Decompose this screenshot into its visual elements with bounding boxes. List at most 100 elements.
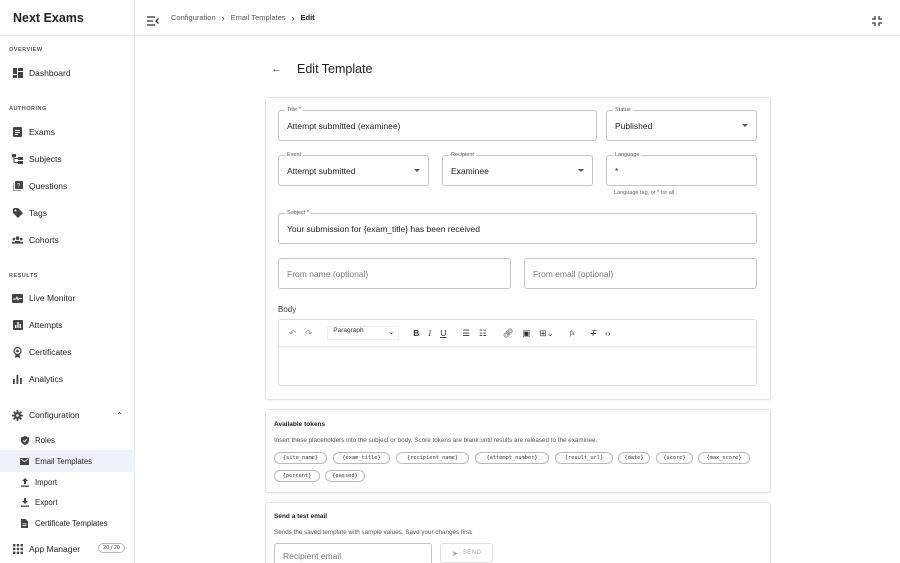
bullet-list-icon[interactable]: ☰ (462, 328, 470, 339)
sidebar-item-label: Attempts (29, 320, 63, 330)
paragraph-select[interactable]: Paragraph (327, 326, 400, 340)
sidebar: Next Exams OVERVIEW Dashboard AUTHORING … (0, 0, 135, 563)
download-icon (20, 497, 29, 507)
subject-value: Your submission for {exam_title} has bee… (287, 223, 480, 234)
sidebar-item-label: Dashboard (29, 68, 71, 78)
numbered-list-icon[interactable]: ☷ (479, 328, 487, 339)
section-results: RESULTS (9, 273, 38, 279)
token-chip[interactable]: {attempt_number} (475, 452, 549, 464)
code-view-icon[interactable]: ‹› (605, 328, 611, 338)
sidebar-item-configuration[interactable]: Configuration ⌃ (0, 404, 135, 426)
from-email-input[interactable]: From email (optional) (524, 258, 757, 289)
app-title: Next Exams (0, 0, 134, 36)
subject-field[interactable]: Subject * Your submission for {exam_titl… (278, 210, 757, 244)
recipient-email-input[interactable]: Recipient email (274, 543, 432, 563)
sidebar-item-label: Questions (29, 181, 68, 191)
fullscreen-exit-icon[interactable] (872, 13, 882, 26)
sidebar-item-cohorts[interactable]: Cohorts (0, 229, 135, 251)
analytics-icon (12, 374, 23, 385)
undo-icon[interactable]: ↶ (289, 328, 296, 339)
chevron-up-icon[interactable]: ⌃ (116, 411, 123, 420)
sidebar-item-email-templates[interactable]: Email Templates (0, 450, 135, 472)
language-label: Language (613, 152, 642, 159)
menu-collapse-icon[interactable] (147, 13, 159, 26)
link-icon[interactable]: 🔗︎ (503, 328, 514, 339)
sidebar-item-label: Live Monitor (29, 293, 76, 303)
token-chip[interactable]: {site_name} (274, 452, 327, 464)
certificate-icon (12, 346, 23, 358)
token-chip[interactable]: {passed} (325, 470, 365, 482)
image-icon[interactable]: ▣ (522, 328, 530, 339)
title-field[interactable]: Title * Attempt submitted (examinee) (278, 107, 597, 141)
chevron-right-icon: › (221, 12, 225, 23)
sidebar-item-subjects[interactable]: Subjects (0, 148, 135, 170)
status-select[interactable]: Status Published (606, 107, 757, 141)
sidebar-item-export[interactable]: Export (0, 491, 135, 513)
send-icon: ➤ (451, 548, 459, 558)
send-button[interactable]: ➤ SEND (440, 543, 493, 563)
recipient-select[interactable]: Recipient Examinee (442, 152, 593, 186)
redo-icon[interactable]: ↷ (305, 328, 312, 339)
token-chip[interactable]: {score} (656, 452, 693, 464)
token-chip[interactable]: {date} (618, 452, 650, 464)
tag-icon (12, 208, 23, 219)
dropdown-arrow-icon (578, 169, 584, 172)
token-chip[interactable]: {percent} (274, 470, 320, 482)
sidebar-item-label: App Manager (29, 544, 81, 554)
from-name-input[interactable]: From name (optional) (278, 258, 511, 289)
sidebar-item-certificate-templates[interactable]: Certificate Templates (0, 512, 135, 534)
back-arrow-icon[interactable]: ← (271, 63, 282, 75)
sidebar-item-exams[interactable]: Exams (0, 121, 135, 143)
sidebar-item-label: Exams (29, 127, 55, 137)
sidebar-item-tags[interactable]: Tags (0, 202, 135, 224)
mail-icon (20, 457, 29, 466)
sidebar-item-label: Subjects (29, 154, 62, 164)
page-header: ← Edit Template (271, 62, 373, 76)
sidebar-item-label: Cohorts (29, 235, 59, 245)
token-chip[interactable]: {max_score} (698, 452, 750, 464)
breadcrumb-configuration[interactable]: Configuration (171, 13, 216, 22)
questions-icon: ? (12, 181, 23, 192)
top-bar: Configuration › Email Templates › Edit (135, 0, 900, 36)
sidebar-item-import[interactable]: Import (0, 471, 135, 493)
section-overview: OVERVIEW (9, 47, 43, 53)
sidebar-item-analytics[interactable]: Analytics (0, 368, 135, 390)
sidebar-item-certificates[interactable]: Certificates (0, 341, 135, 363)
sidebar-item-live-monitor[interactable]: Live Monitor (0, 287, 135, 309)
sidebar-item-app-manager[interactable]: App Manager 20 / 20 (0, 538, 135, 560)
body-editor[interactable]: ↶ ↷ Paragraph B I U ☰ ☷ 🔗︎ ▣ ⊞⌄ fx T ‹› (278, 319, 757, 386)
token-chip[interactable]: {exam_title} (333, 452, 390, 464)
clear-format-icon[interactable]: T (591, 328, 596, 338)
sidebar-item-questions[interactable]: ? Questions (0, 175, 135, 197)
bold-icon[interactable]: B (413, 328, 419, 338)
dropdown-arrow-icon (742, 124, 748, 127)
sidebar-item-roles[interactable]: Roles (0, 429, 135, 451)
app-count-badge: 20 / 20 (98, 543, 125, 553)
body-label: Body (278, 305, 297, 314)
table-icon[interactable]: ⊞⌄ (539, 328, 553, 339)
language-field[interactable]: Language * (606, 152, 757, 186)
sidebar-item-label: Email Templates (35, 456, 93, 466)
shield-icon (20, 435, 29, 445)
sidebar-item-dashboard[interactable]: Dashboard (0, 62, 135, 84)
underline-icon[interactable]: U (440, 328, 446, 338)
breadcrumb-current: Edit (300, 13, 315, 22)
event-value: Attempt submitted (287, 165, 356, 176)
apps-grid-icon (12, 544, 23, 555)
recipient-value: Examinee (451, 165, 489, 176)
chevron-right-icon: › (291, 12, 295, 23)
breadcrumb-email-templates[interactable]: Email Templates (231, 13, 286, 22)
recipient-label: Recipient (449, 152, 476, 159)
token-chip[interactable]: {result_url} (555, 452, 613, 464)
monitor-icon (12, 293, 23, 304)
sidebar-item-attempts[interactable]: Attempts (0, 314, 135, 336)
gear-icon (12, 409, 23, 421)
event-label: Event (285, 152, 304, 159)
status-value: Published (615, 120, 653, 131)
token-chip[interactable]: {recipient_name} (396, 452, 469, 464)
formula-icon[interactable]: fx (570, 329, 575, 337)
italic-icon[interactable]: I (428, 328, 431, 338)
document-icon (20, 518, 29, 528)
app-root: Next Exams OVERVIEW Dashboard AUTHORING … (0, 0, 900, 563)
event-select[interactable]: Event Attempt submitted (278, 152, 429, 186)
